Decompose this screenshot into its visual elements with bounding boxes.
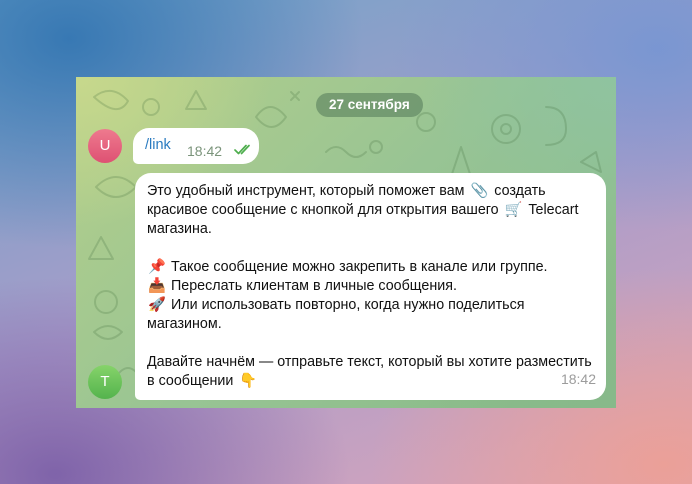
list-item-text: Такое сообщение можно закрепить в канале… <box>171 259 548 275</box>
avatar-user[interactable]: U <box>88 129 122 163</box>
message-bubble-bot[interactable]: Это удобный инструмент, который поможет … <box>135 173 606 400</box>
avatar-bot[interactable]: T <box>88 365 122 399</box>
closing-text: Давайте начнём — отправьте текст, которы… <box>147 354 592 389</box>
paperclip-emoji-icon: 📎 <box>470 183 489 199</box>
message-time: 18:42 <box>187 143 223 159</box>
list-item-text: Или использовать повторно, когда нужно п… <box>147 297 525 332</box>
message-body: Это удобный инструмент, который поможет … <box>147 182 599 391</box>
command-link[interactable]: /link <box>145 137 171 153</box>
list-item-reuse: 🚀 Или использовать повторно, когда нужно … <box>147 296 599 334</box>
message-time: 18:42 <box>560 371 596 387</box>
intro-text-part-1: Это удобный инструмент, который поможет … <box>147 183 465 199</box>
list-item-pin: 📌 Такое сообщение можно закрепить в канал… <box>147 258 599 277</box>
intro-paragraph: Это удобный инструмент, который поможет … <box>147 182 599 239</box>
pin-emoji-icon: 📌 <box>148 259 166 275</box>
list-item-forward: 📥 Переслать клиентам в личные сообщения. <box>147 277 599 296</box>
double-check-icon <box>234 144 250 155</box>
message-bubble-outgoing[interactable]: /link 18:42 <box>133 128 259 164</box>
inbox-tray-emoji-icon: 📥 <box>148 278 166 294</box>
closing-paragraph: Давайте начнём — отправьте текст, которы… <box>147 353 599 391</box>
cart-emoji-icon: 🛒 <box>504 202 523 218</box>
list-item-text: Переслать клиентам в личные сообщения. <box>171 278 457 294</box>
rocket-emoji-icon: 🚀 <box>148 297 166 313</box>
date-separator: 27 сентября <box>316 93 423 117</box>
point-down-emoji-icon: 👇 <box>239 373 258 389</box>
chat-window: 27 сентября U /link 18:42 Это удобный ин… <box>76 77 616 408</box>
